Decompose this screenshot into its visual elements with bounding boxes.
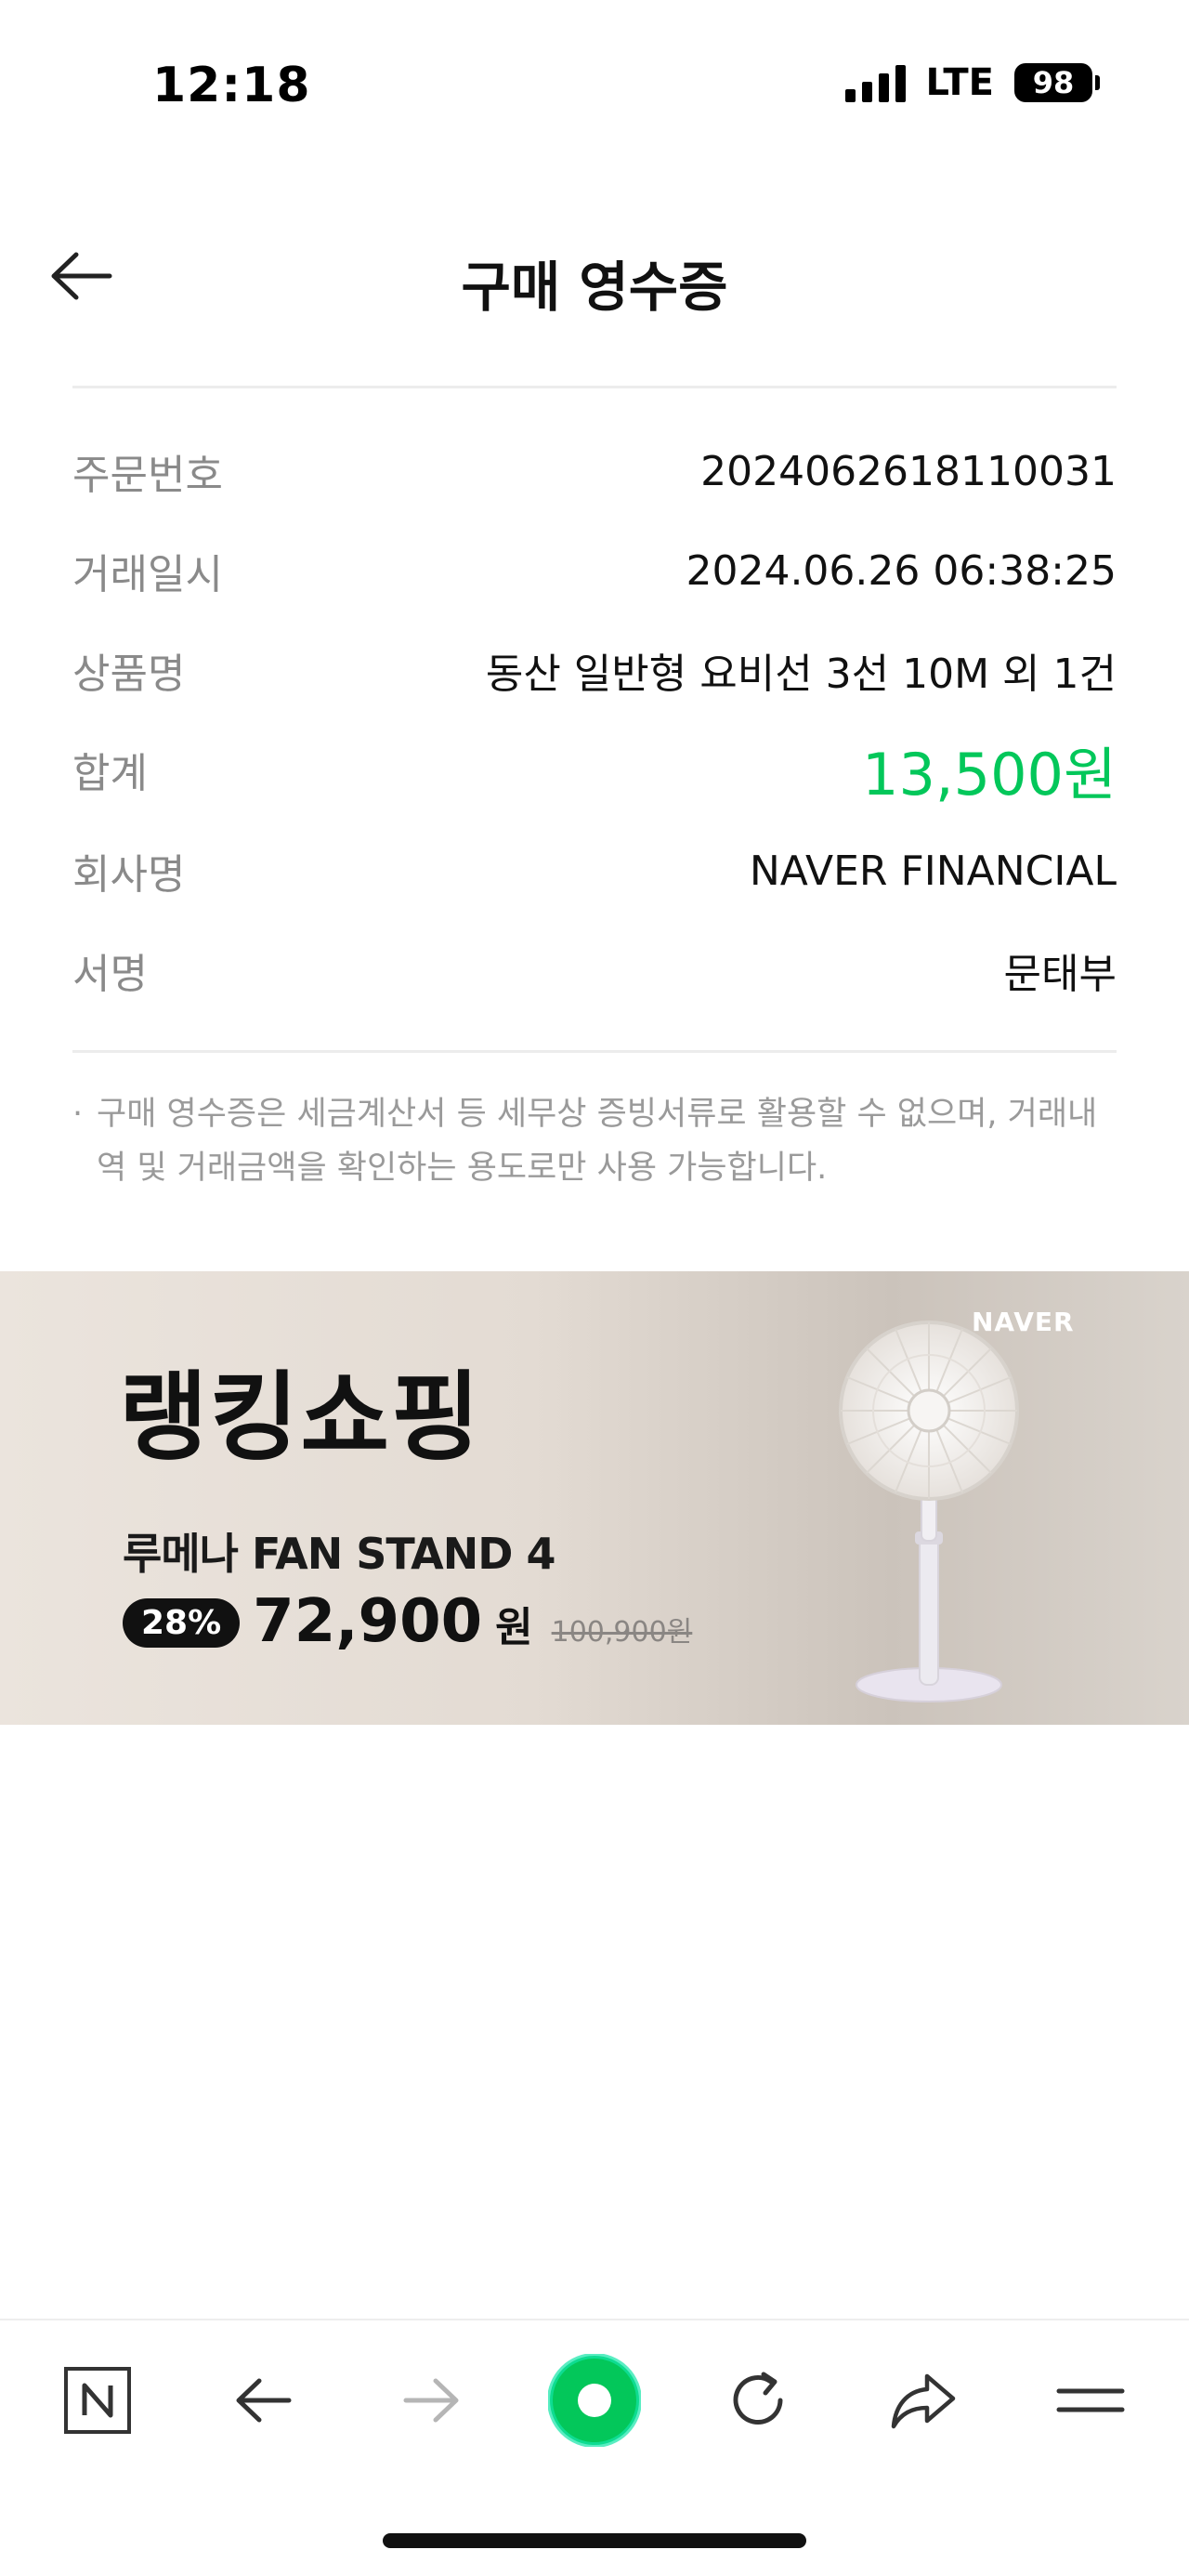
product-name-value: 동산 일반형 요비선 3선 10M 외 1건 (485, 651, 1117, 698)
notice-text: 구매 영수증은 세금계산서 등 세무상 증빙서류로 활용할 수 없으며, 거래내… (97, 1096, 1098, 1187)
refresh-button[interactable] (712, 2354, 804, 2447)
signature-row: 서명 문태부 (72, 928, 1117, 1012)
ranking-shopping-banner[interactable]: 랭킹쇼핑 루메나 FAN STAND 4 28% 72,900 원 100,90… (0, 1271, 1189, 1725)
refresh-icon (733, 2372, 783, 2425)
green-dot-icon (548, 2354, 641, 2447)
back-arrow-icon (236, 2378, 292, 2423)
company-name-row: 회사명 NAVER FINANCIAL (72, 829, 1117, 913)
row-label: 합계 (72, 750, 148, 797)
divider-top (72, 386, 1117, 388)
row-label: 서명 (72, 951, 148, 998)
green-dot-button[interactable] (548, 2354, 641, 2447)
browser-toolbar (0, 2319, 1189, 2477)
transaction-date-row: 거래일시 2024.06.26 06:38:25 (72, 529, 1117, 612)
receipt-notice: · 구매 영수증은 세금계산서 등 세무상 증빙서류로 활용할 수 없으며, 거… (72, 1087, 1117, 1195)
discount-badge: 28% (123, 1598, 241, 1648)
banner-product-name: 루메나 FAN STAND 4 (123, 1529, 555, 1579)
network-label: LTE (925, 61, 994, 104)
page-header: 구매 영수증 (0, 223, 1189, 325)
naver-logo: NAVER (972, 1307, 1075, 1337)
home-indicator (383, 2533, 806, 2548)
product-name-row: 상품명 동산 일반형 요비선 3선 10M 외 1건 (72, 628, 1117, 712)
status-indicators: LTE 98 (844, 61, 1100, 104)
row-label: 회사명 (72, 851, 186, 899)
forward-arrow-icon (403, 2378, 459, 2423)
forward-nav-button[interactable] (385, 2354, 477, 2447)
share-icon (891, 2373, 956, 2429)
signal-icon (844, 63, 906, 102)
order-number-value: 2024062618110031 (700, 447, 1117, 495)
battery-icon: 98 (1014, 63, 1100, 102)
row-label: 상품명 (72, 651, 186, 698)
divider-bottom (72, 1050, 1117, 1053)
total-row: 합계 13,500원 (72, 728, 1117, 811)
order-number-row: 주문번호 2024062618110031 (72, 429, 1117, 513)
notice-bullet: · (72, 1096, 84, 1133)
stand-fan-image (839, 1321, 1019, 1702)
naver-home-button[interactable] (51, 2354, 144, 2447)
company-name-value: NAVER FINANCIAL (749, 847, 1117, 895)
status-bar: 12:18 LTE 98 (0, 0, 1189, 177)
banner-price-row: 28% 72,900 원 100,900원 (123, 1587, 692, 1656)
row-label: 주문번호 (72, 452, 223, 499)
sale-price: 72,900 (253, 1587, 483, 1656)
page-title: 구매 영수증 (461, 256, 728, 319)
row-label: 거래일시 (72, 551, 223, 598)
price-unit: 원 (495, 1604, 533, 1651)
banner-title: 랭킹쇼핑 (119, 1360, 482, 1474)
back-nav-button[interactable] (217, 2354, 310, 2447)
share-button[interactable] (877, 2354, 970, 2447)
signature-value: 문태부 (1003, 951, 1117, 998)
transaction-date-value: 2024.06.26 06:38:25 (686, 546, 1117, 595)
naver-home-icon (64, 2367, 131, 2434)
total-value: 13,500원 (862, 741, 1117, 808)
menu-icon (1056, 2388, 1125, 2412)
original-price: 100,900원 (551, 1616, 693, 1649)
menu-button[interactable] (1044, 2354, 1137, 2447)
status-time: 12:18 (152, 58, 311, 113)
